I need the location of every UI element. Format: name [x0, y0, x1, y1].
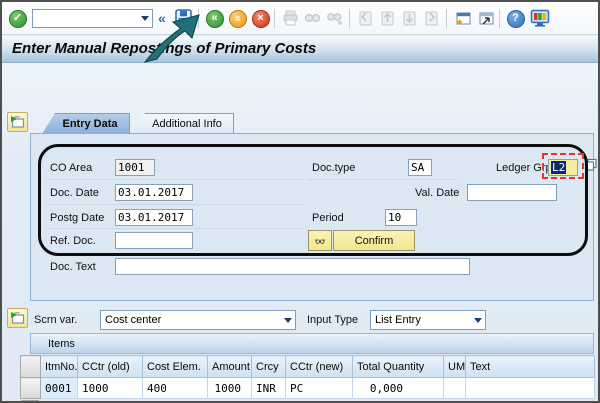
find-next-icon: [325, 9, 344, 28]
col-cost-elem[interactable]: Cost Elem.: [143, 356, 208, 378]
period-field[interactable]: 10: [385, 209, 417, 226]
row-divider: [46, 204, 302, 205]
glasses-icon: [315, 235, 325, 247]
ledger-grp-label: Ledger Grp: [496, 162, 552, 174]
print-icon: [281, 9, 300, 28]
chevron-down-icon[interactable]: [138, 10, 152, 27]
toolbar-separator: [274, 9, 275, 28]
monitor-icon: [530, 9, 550, 28]
input-type-label: Input Type: [307, 314, 358, 326]
doc-text-field[interactable]: [115, 258, 470, 275]
doc-date-field[interactable]: 03.01.2017: [115, 184, 193, 201]
multiple-selection-icon[interactable]: [584, 158, 598, 177]
customize-layout-icon[interactable]: [529, 9, 551, 28]
row-selector[interactable]: [21, 378, 41, 399]
doc-type-field[interactable]: SA: [408, 159, 432, 176]
val-date-field[interactable]: [467, 184, 557, 201]
co-area-field[interactable]: 1001: [115, 159, 155, 176]
floppy-disk-icon: [174, 8, 193, 27]
postg-date-field[interactable]: 03.01.2017: [115, 209, 193, 226]
items-table: ItmNo. CCtr (old) Cost Elem. Amount Crcy…: [20, 355, 595, 399]
row-divider: [46, 228, 302, 229]
title-bar: Enter Manual Repostings of Primary Costs: [2, 36, 598, 63]
tab-entry-data[interactable]: Entry Data: [42, 113, 130, 134]
col-um[interactable]: UM: [444, 356, 466, 378]
folder-flag-icon: [10, 311, 25, 325]
toolbar-separator: [198, 9, 199, 28]
select-all-cell[interactable]: [21, 356, 41, 378]
col-itmno[interactable]: ItmNo.: [41, 356, 78, 378]
previous-page-icon: [378, 9, 397, 28]
doc-date-label: Doc. Date: [50, 187, 99, 199]
cell-itmno[interactable]: 0001: [41, 378, 78, 399]
co-area-label: CO Area: [50, 162, 92, 174]
doc-text-label: Doc. Text: [50, 261, 96, 273]
ledger-grp-field[interactable]: L2: [548, 159, 578, 176]
table-header-row: ItmNo. CCtr (old) Cost Elem. Amount Crcy…: [21, 356, 595, 378]
items-section-header: Items: [30, 333, 594, 354]
cell-um[interactable]: [444, 378, 466, 399]
col-text[interactable]: Text: [466, 356, 595, 378]
toolbar-separator: [499, 9, 500, 28]
new-session-icon[interactable]: [453, 9, 472, 28]
sap-window: ✓ « « « ×: [0, 0, 600, 403]
col-amount[interactable]: Amount: [208, 356, 252, 378]
val-date-label: Val. Date: [415, 187, 459, 199]
enter-icon[interactable]: ✓: [8, 9, 27, 28]
next-row-partial: [20, 399, 594, 403]
cancel-icon[interactable]: ×: [251, 9, 270, 28]
col-crcy[interactable]: Crcy: [252, 356, 286, 378]
row-divider: [46, 179, 302, 180]
header-group-icon[interactable]: [7, 112, 28, 132]
back-icon[interactable]: «: [205, 9, 224, 28]
cell-cctr-old[interactable]: 1000: [78, 378, 143, 399]
collapse-icon[interactable]: «: [158, 9, 166, 28]
help-icon[interactable]: ?: [506, 9, 525, 28]
scrn-var-label: Scrn var.: [34, 314, 77, 326]
postg-date-label: Postg Date: [50, 212, 104, 224]
folder-flag-icon: [10, 115, 25, 129]
save-icon[interactable]: [174, 8, 193, 27]
create-shortcut-icon[interactable]: [476, 9, 495, 28]
exit-up-icon[interactable]: «: [228, 9, 247, 28]
command-field[interactable]: [32, 9, 153, 28]
scrn-var-select[interactable]: Cost center: [100, 310, 296, 330]
items-group-icon[interactable]: [7, 308, 28, 328]
first-page-icon: [356, 9, 375, 28]
cell-amount[interactable]: 1000: [208, 378, 252, 399]
chevron-down-icon[interactable]: [281, 311, 295, 329]
confirm-button[interactable]: Confirm: [333, 230, 415, 251]
ref-doc-label: Ref. Doc.: [50, 235, 96, 247]
cell-crcy[interactable]: INR: [252, 378, 286, 399]
col-cctr-old[interactable]: CCtr (old): [78, 356, 143, 378]
toolbar: ✓ « « « ×: [2, 2, 598, 35]
col-total-quantity[interactable]: Total Quantity: [353, 356, 444, 378]
toolbar-separator: [349, 9, 350, 28]
input-type-select[interactable]: List Entry: [370, 310, 486, 330]
row-divider: [307, 179, 457, 180]
toolbar-separator: [446, 9, 447, 28]
doc-type-label: Doc.type: [312, 162, 355, 174]
chevron-down-icon[interactable]: [471, 311, 485, 329]
cell-total-quantity[interactable]: 0,000: [353, 378, 444, 399]
page-title: Enter Manual Repostings of Primary Costs: [2, 36, 598, 62]
table-row: 0001 1000 400 1000 INR PC 0,000: [21, 378, 595, 399]
cell-cctr-new[interactable]: PC: [286, 378, 353, 399]
cell-cost-elem[interactable]: 400: [143, 378, 208, 399]
ref-doc-field[interactable]: [115, 232, 193, 249]
display-glasses-button[interactable]: [308, 230, 332, 251]
period-label: Period: [312, 212, 344, 224]
cell-text[interactable]: [466, 378, 595, 399]
find-icon: [303, 9, 322, 28]
tab-additional-info[interactable]: Additional Info: [132, 113, 234, 134]
next-page-icon: [400, 9, 419, 28]
col-cctr-new[interactable]: CCtr (new): [286, 356, 353, 378]
last-page-icon: [422, 9, 441, 28]
